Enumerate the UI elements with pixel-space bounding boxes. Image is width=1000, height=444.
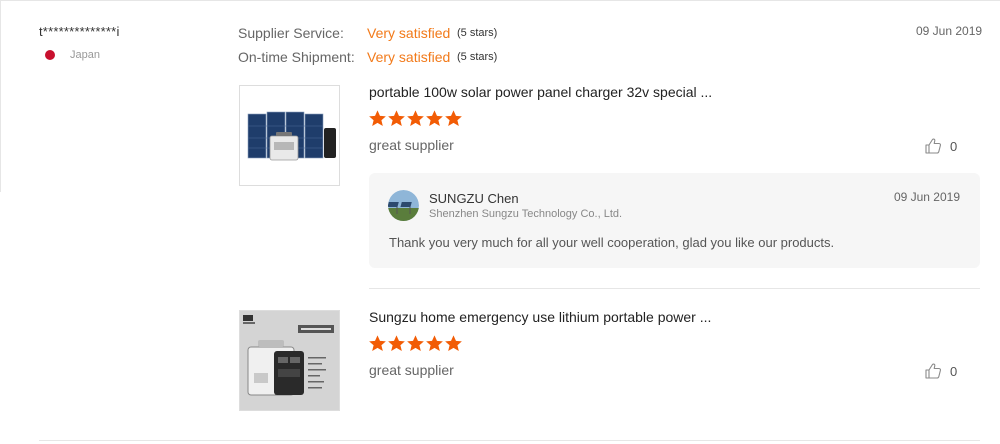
star-icon xyxy=(425,334,444,353)
star-icon xyxy=(444,109,463,128)
thumbs-up-icon xyxy=(925,363,942,379)
review-date: 09 Jun 2019 xyxy=(916,24,983,38)
product-thumbnail-2[interactable] xyxy=(239,310,340,411)
shipment-stars: (5 stars) xyxy=(457,51,498,63)
helpful-count-2: 0 xyxy=(950,363,958,379)
top-divider xyxy=(0,0,1000,1)
star-icon xyxy=(425,109,444,128)
japan-flag-icon xyxy=(45,50,55,60)
product-comment-1: great supplier xyxy=(369,137,454,153)
star-icon xyxy=(406,334,425,353)
supplier-reply: SUNGZU Chen Shenzhen Sungzu Technology C… xyxy=(369,173,980,268)
avatar xyxy=(388,190,419,221)
product-title-2[interactable]: Sungzu home emergency use lithium portab… xyxy=(369,309,711,325)
product-title-1[interactable]: portable 100w solar power panel charger … xyxy=(369,84,712,100)
helpful-button-1[interactable]: 0 xyxy=(924,137,957,155)
thumbs-up-icon xyxy=(925,138,942,154)
reply-company: Shenzhen Sungzu Technology Co., Ltd. xyxy=(429,208,623,220)
product-divider xyxy=(369,288,980,289)
star-icon xyxy=(444,334,463,353)
product-rating-1 xyxy=(368,109,463,128)
bottom-divider xyxy=(39,440,980,441)
country-name: Japan xyxy=(70,49,100,61)
product-thumbnail-1[interactable] xyxy=(239,85,340,186)
supplier-service-value: Very satisfied xyxy=(367,25,451,41)
star-icon xyxy=(387,109,406,128)
product-comment-2: great supplier xyxy=(369,362,454,378)
reply-author-name: SUNGZU Chen xyxy=(429,191,519,206)
supplier-service-stars: (5 stars) xyxy=(457,27,498,39)
helpful-button-2[interactable]: 0 xyxy=(924,362,957,380)
star-icon xyxy=(368,109,387,128)
star-icon xyxy=(387,334,406,353)
star-icon xyxy=(406,109,425,128)
left-border xyxy=(0,0,1,192)
shipment-value: Very satisfied xyxy=(367,49,451,65)
product-rating-2 xyxy=(368,334,463,353)
shipment-label: On-time Shipment: xyxy=(238,49,355,65)
supplier-service-label: Supplier Service: xyxy=(238,25,344,41)
helpful-count-1: 0 xyxy=(950,138,958,154)
solar-panel-kit-image xyxy=(240,86,339,185)
star-icon xyxy=(368,334,387,353)
reply-text: Thank you very much for all your well co… xyxy=(389,235,835,250)
portable-power-station-image xyxy=(240,311,339,410)
reply-date: 09 Jun 2019 xyxy=(893,190,960,204)
reviewer-name: t**************i xyxy=(39,24,120,39)
reviewer-country: Japan xyxy=(45,49,100,61)
